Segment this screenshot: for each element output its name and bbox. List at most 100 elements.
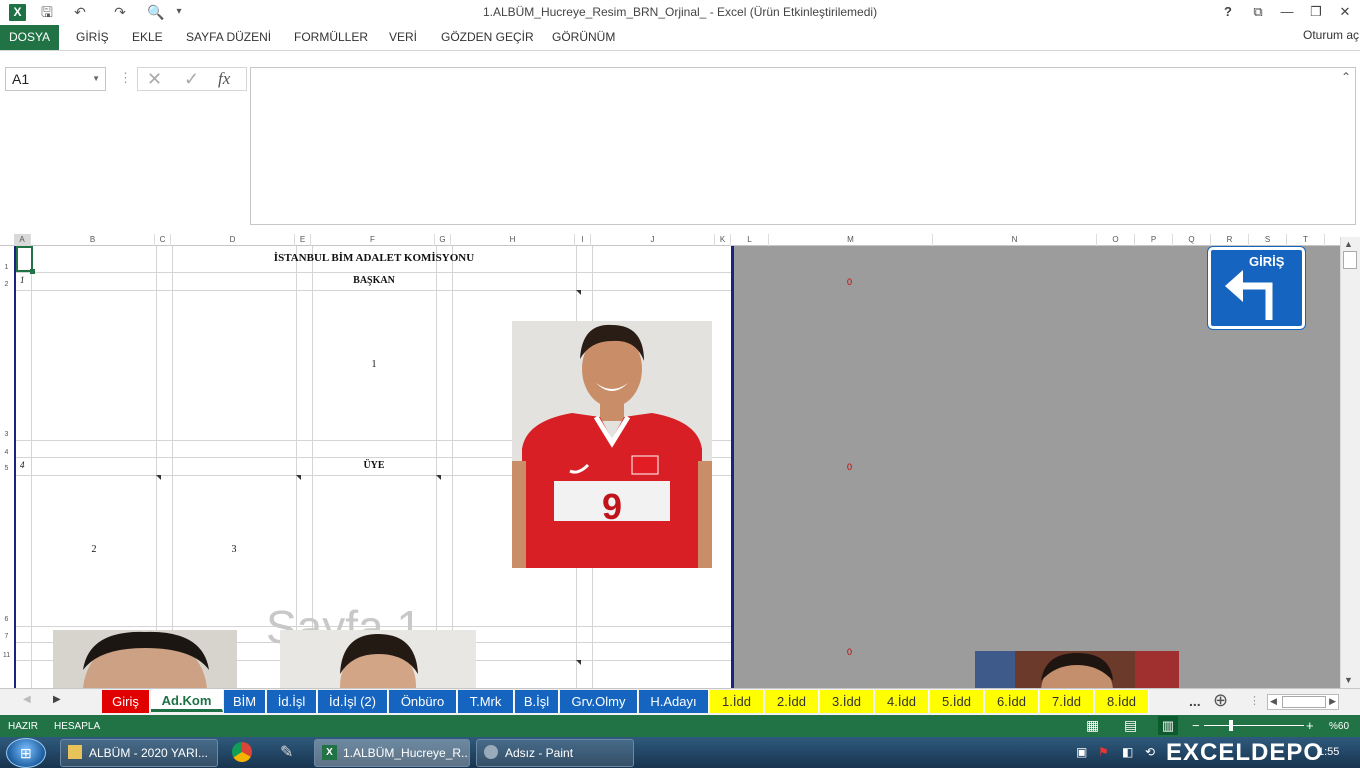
collapse-formula-bar-icon[interactable]: ⌃ [1341,70,1351,84]
row-header-4[interactable]: 4 [0,449,13,456]
column-header-f[interactable]: F [311,234,435,246]
sign-in-link[interactable]: Oturum aç [1303,28,1359,42]
player-photo[interactable]: 9 [512,321,712,568]
sheet-tab-bi-m[interactable]: BİM [224,690,266,713]
close-button[interactable]: ✕ [1334,3,1356,21]
tab-scroll-right-icon[interactable]: ▶ [53,694,61,705]
vertical-scrollbar[interactable]: ▲ ▼ [1340,237,1360,688]
sheet-tab-önbüro[interactable]: Önbüro [389,690,457,713]
tab-scroll-left-icon[interactable]: ◀ [23,694,31,705]
tab-page-layout[interactable]: SAYFA DÜZENİ [186,30,271,44]
tray-volume-icon[interactable]: ◧ [1122,745,1133,759]
page-break-preview-icon[interactable]: ▥ [1158,716,1178,735]
enter-icon[interactable]: ✓ [184,69,199,90]
normal-view-icon[interactable]: ▦ [1086,717,1099,734]
column-header-i[interactable]: I [575,234,591,246]
hscroll-left-icon[interactable]: ◀ [1270,696,1277,707]
sheet-tab-1-i-dd[interactable]: 1.İdd [710,690,764,713]
more-sheets-button[interactable]: ... [1189,693,1201,709]
row-header-1[interactable]: 1 [0,264,13,271]
tab-review[interactable]: GÖZDEN GEÇİR [441,30,534,44]
zoom-in-button[interactable]: + [1306,718,1314,733]
sheet-tab-giriş[interactable]: Giriş [102,690,150,713]
sheet-tab-5-i-dd[interactable]: 5.İdd [930,690,984,713]
scroll-thumb[interactable] [1343,251,1357,269]
column-header-j[interactable]: J [591,234,715,246]
scroll-down-icon[interactable]: ▼ [1344,675,1353,685]
ribbon-display-button[interactable]: ⧉ [1247,3,1269,21]
tab-file[interactable]: DOSYA [0,25,59,50]
tab-data[interactable]: VERİ [389,30,417,44]
hscroll-right-icon[interactable]: ▶ [1329,696,1336,707]
worksheet-grid[interactable]: İSTANBUL BİM ADALET KOMİSYONU 1 BAŞKAN 1… [14,246,731,688]
tab-formulas[interactable]: FORMÜLLER [294,30,368,44]
zoom-slider-thumb[interactable] [1229,720,1233,731]
tab-home[interactable]: GİRİŞ [76,30,109,44]
chrome-icon[interactable] [232,742,252,762]
sheet-tab-i-d-i-şl-2-[interactable]: İd.İşl (2) [318,690,388,713]
start-button[interactable]: ⊞ [6,738,46,768]
column-header-a[interactable]: A [14,234,31,246]
sheet-tab-4-i-dd[interactable]: 4.İdd [875,690,929,713]
sheet-tab-h-adayı[interactable]: H.Adayı [639,690,709,713]
column-header-t[interactable]: T [1287,234,1325,246]
clock[interactable]: 1:55 [1318,746,1339,758]
tray-network-icon[interactable]: ▣ [1076,745,1087,759]
tray-sync-icon[interactable]: ⟲ [1145,745,1155,759]
column-header-l[interactable]: L [731,234,769,246]
sheet-tab-b-i-şl[interactable]: B.İşl [515,690,559,713]
name-box[interactable]: A1 ▼ [5,67,106,91]
horizontal-scrollbar[interactable]: ◀ ▶ [1267,694,1339,710]
column-header-o[interactable]: O [1097,234,1135,246]
column-header-s[interactable]: S [1249,234,1287,246]
sheet-tab-8-i-dd[interactable]: 8.İdd [1095,690,1149,713]
page-layout-view-icon[interactable]: ▤ [1124,717,1137,734]
sheet-tab-ad-kom[interactable]: Ad.Kom [151,689,223,712]
zoom-out-button[interactable]: − [1192,718,1200,733]
taskbar-item-paint[interactable]: Adsız - Paint [476,739,634,767]
column-header-m[interactable]: M [769,234,933,246]
row-header-11[interactable]: 11 [0,652,13,659]
sheet-tab-grv-olmy[interactable]: Grv.Olmy [560,690,638,713]
column-header-g[interactable]: G [435,234,451,246]
sheet-tab-2-i-dd[interactable]: 2.İdd [765,690,819,713]
row-header-6[interactable]: 6 [0,616,13,623]
minimize-button[interactable]: — [1276,3,1298,21]
sheet-tab-3-i-dd[interactable]: 3.İdd [820,690,874,713]
maximize-button[interactable]: ❐ [1305,3,1327,21]
member-photo-2[interactable] [53,630,237,688]
sheet-tab-i-d-i-şl[interactable]: İd.İşl [267,690,317,713]
tool-pin-icon[interactable]: ✎ [280,742,293,762]
formula-input[interactable]: ⌃ [250,67,1356,225]
tray-flag-icon[interactable]: ⚑ [1098,745,1109,759]
hscroll-thumb[interactable] [1282,696,1326,708]
row-header-3[interactable]: 3 [0,431,13,438]
taskbar-item-explorer[interactable]: ALBÜM - 2020 YARI... [60,739,218,767]
column-header-c[interactable]: C [155,234,171,246]
status-calculate[interactable]: HESAPLA [54,721,100,732]
zoom-slider-track[interactable] [1204,725,1304,726]
row-header-2[interactable]: 2 [0,281,13,288]
member-photo-right[interactable] [975,651,1179,688]
giris-nav-button[interactable]: GİRİŞ [1208,247,1305,329]
add-sheet-icon[interactable]: ⊕ [1213,690,1228,711]
sheet-tab-t-mrk[interactable]: T.Mrk [458,690,514,713]
column-header-h[interactable]: H [451,234,575,246]
column-header-k[interactable]: K [715,234,731,246]
taskbar-item-excel[interactable]: X 1.ALBÜM_Hucreye_R... [314,739,470,767]
column-header-b[interactable]: B [31,234,155,246]
tab-insert[interactable]: EKLE [132,30,163,44]
cancel-icon[interactable]: ✕ [147,69,162,90]
sheet-tab-7-i-dd[interactable]: 7.İdd [1040,690,1094,713]
row-header-5[interactable]: 5 [0,465,13,472]
splitter-grip-icon[interactable]: ⋮ [1249,694,1260,707]
help-button[interactable]: ? [1217,3,1239,21]
chevron-down-icon[interactable]: ▼ [92,68,100,90]
row-header-7[interactable]: 7 [0,633,13,640]
zoom-level[interactable]: %60 [1329,721,1349,732]
column-header-d[interactable]: D [171,234,295,246]
fill-handle[interactable] [30,269,35,274]
tab-view[interactable]: GÖRÜNÜM [552,30,615,44]
sheet-tab-6-i-dd[interactable]: 6.İdd [985,690,1039,713]
column-header-n[interactable]: N [933,234,1097,246]
